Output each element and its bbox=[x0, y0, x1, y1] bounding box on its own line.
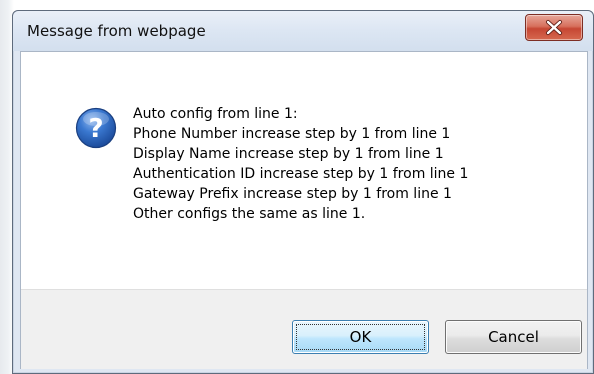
message-text: Auto config from line 1: Phone Number in… bbox=[133, 104, 468, 224]
message-dialog: Message from webpage ? Auto config from … bbox=[12, 10, 594, 374]
cancel-button[interactable]: Cancel bbox=[445, 320, 582, 354]
message-line: Authentication ID increase step by 1 fro… bbox=[133, 166, 469, 182]
svg-text:?: ? bbox=[88, 114, 103, 144]
close-icon bbox=[546, 20, 562, 35]
question-mark-icon: ? bbox=[75, 107, 117, 149]
message-line: Phone Number increase step by 1 from lin… bbox=[133, 126, 451, 142]
dialog-title: Message from webpage bbox=[27, 22, 206, 40]
dialog-content: ? Auto config from line 1: Phone Number … bbox=[20, 51, 588, 369]
close-button[interactable] bbox=[525, 14, 583, 41]
cancel-button-label: Cancel bbox=[488, 328, 539, 346]
ok-button-label: OK bbox=[349, 328, 372, 346]
message-line: Display Name increase step by 1 from lin… bbox=[133, 146, 444, 162]
button-bar: OK Cancel bbox=[21, 289, 587, 369]
dialog-titlebar[interactable]: Message from webpage bbox=[13, 11, 593, 51]
ok-button[interactable]: OK bbox=[292, 320, 429, 354]
message-line: Other configs the same as line 1. bbox=[133, 206, 366, 222]
message-line: Gateway Prefix increase step by 1 from l… bbox=[133, 186, 452, 202]
message-line: Auto config from line 1: bbox=[133, 106, 298, 122]
